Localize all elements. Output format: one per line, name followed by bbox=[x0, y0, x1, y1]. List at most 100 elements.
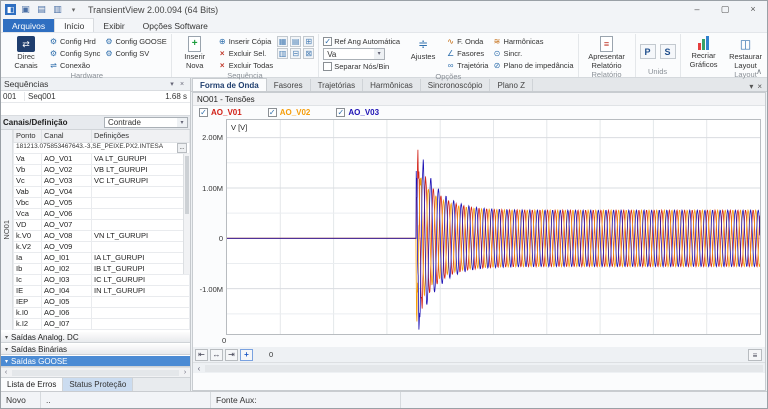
legend-item-ao-v01[interactable]: ✓ AO_V01 bbox=[199, 108, 242, 117]
excluir-todas-button[interactable]: × Excluir Todas bbox=[218, 60, 273, 71]
tab-lista-de-erros[interactable]: Lista de Erros bbox=[1, 378, 64, 391]
sequence-tool-icon[interactable]: ⊞ bbox=[303, 36, 315, 47]
channel-row[interactable]: Vbc AO_V05 bbox=[13, 196, 190, 209]
conexao-button[interactable]: ⇌ Conexão bbox=[49, 60, 100, 71]
channel-row[interactable]: IE AO_I04 IN LT_GURUPI bbox=[13, 284, 190, 297]
panel-menu-icon[interactable]: ▾ bbox=[167, 80, 177, 88]
sequence-tool-icon[interactable]: ▤ bbox=[290, 36, 302, 47]
restaurar-layout-button[interactable]: ◫ Restaurar Layout bbox=[727, 35, 765, 70]
pan-start-button[interactable]: ⇤ bbox=[195, 348, 208, 361]
inserir-nova-button[interactable]: + Inserir Nova bbox=[176, 35, 214, 71]
gear-icon: ⚙ bbox=[49, 37, 58, 46]
channel-row[interactable]: k.I0 AO_I06 bbox=[13, 306, 190, 319]
save-icon[interactable]: ▤ bbox=[35, 4, 48, 15]
sequence-tool-icon[interactable]: ⊠ bbox=[303, 48, 315, 59]
channel-row[interactable]: k.I2 AO_I07 bbox=[13, 317, 190, 330]
browse-button[interactable]: ... bbox=[177, 143, 187, 152]
scroll-left-icon[interactable]: ‹ bbox=[193, 364, 205, 373]
waveform-icon: ∿ bbox=[447, 37, 454, 46]
panel-horizontal-scrollbar[interactable]: ‹ › bbox=[1, 367, 190, 377]
scroll-right-icon[interactable]: › bbox=[180, 369, 190, 376]
sincr-button[interactable]: ⊙ Sincr. bbox=[492, 48, 573, 59]
copy-icon: ⊕ bbox=[218, 37, 226, 46]
tab-exibir[interactable]: Exibir bbox=[94, 19, 133, 32]
ajustes-button[interactable]: ≑ Ajustes bbox=[404, 35, 442, 72]
inserir-copia-button[interactable]: ⊕ Inserir Cópia bbox=[218, 36, 273, 47]
channel-row[interactable]: Vb AO_V02 VB LT_GURUPI bbox=[13, 163, 190, 176]
harmonicas-button[interactable]: ≋ Harmônicas bbox=[492, 36, 573, 47]
minimize-button[interactable]: – bbox=[683, 1, 711, 18]
ajustes-label: Ajustes bbox=[410, 52, 436, 61]
trajetoria-button[interactable]: ∞ Trajetória bbox=[446, 60, 489, 71]
tab-arquivos[interactable]: Arquivos bbox=[3, 19, 55, 32]
close-button[interactable]: × bbox=[739, 1, 767, 18]
panel-close-icon[interactable]: × bbox=[177, 81, 187, 88]
tab-status-protecao[interactable]: Status Proteção bbox=[63, 378, 134, 391]
ref-channel-select[interactable]: Va ▾ bbox=[323, 48, 386, 60]
impedance-icon: ⊘ bbox=[493, 61, 501, 70]
tab-inicio[interactable]: Início bbox=[54, 18, 95, 32]
sequence-tool-icon[interactable]: ⊟ bbox=[290, 48, 302, 59]
maximize-button[interactable]: ▢ bbox=[711, 1, 739, 18]
legend-item-ao-v02[interactable]: ✓ AO_V02 bbox=[267, 108, 311, 117]
fit-width-button[interactable]: ↔ bbox=[210, 348, 223, 361]
secondary-units-button[interactable]: S bbox=[659, 43, 676, 59]
channel-row[interactable]: Ic AO_I03 IC LT_GURUPI bbox=[13, 273, 190, 286]
delete-icon: × bbox=[219, 49, 225, 58]
section-saidas-analog-dc[interactable]: ▾ Saídas Analog. DC bbox=[1, 331, 190, 343]
source-file-row[interactable]: ... 181213.075853467643.-3,SE_PEIXE.PX2.… bbox=[13, 141, 190, 154]
legend-label: AO_V02 bbox=[279, 108, 311, 117]
channel-definicao bbox=[91, 295, 190, 308]
separar-nos-bin-checkbox[interactable]: Separar Nós/Bin bbox=[323, 61, 400, 72]
scroll-left-icon[interactable]: ‹ bbox=[1, 369, 11, 376]
pan-end-button[interactable]: ⇥ bbox=[225, 348, 238, 361]
section-saidas-goose[interactable]: ▾ Saídas GOOSE bbox=[1, 355, 190, 367]
excluir-sel-button[interactable]: × Excluir Sel. bbox=[218, 48, 273, 59]
sequence-row[interactable]: 001 Seq001 1.68 s bbox=[1, 91, 190, 103]
plano-impedancia-button[interactable]: ⊘ Plano de impedância bbox=[492, 60, 574, 71]
forma-onda-button[interactable]: ∿ F. Onda bbox=[446, 36, 488, 47]
sequence-tool-icon[interactable]: ▥ bbox=[277, 48, 289, 59]
config-sv-button[interactable]: ⚙ Config SV bbox=[104, 48, 166, 59]
channel-row[interactable]: Va AO_V01 VA LT_GURUPI bbox=[13, 152, 190, 165]
collapse-ribbon-icon[interactable]: ∧ bbox=[756, 67, 762, 76]
channel-row[interactable]: Vab AO_V04 bbox=[13, 185, 190, 198]
sequence-tool-icon[interactable]: ▦ bbox=[277, 36, 289, 47]
y-tick-label: 0 bbox=[218, 234, 223, 244]
channel-row[interactable]: Vca AO_V06 bbox=[13, 207, 190, 220]
quick-access-dropdown-icon[interactable]: ▾ bbox=[67, 6, 80, 14]
channel-row[interactable]: k.V2 AO_V09 bbox=[13, 240, 190, 253]
apresentar-relatorio-button[interactable]: ≡ Apresentar Relatório bbox=[583, 35, 631, 70]
x-axis: 0 bbox=[193, 336, 765, 346]
channel-row[interactable]: Ia AO_I01 IA LT_GURUPI bbox=[13, 251, 190, 264]
channel-row[interactable]: VD AO_V07 bbox=[13, 218, 190, 231]
dock-close-icon[interactable]: × bbox=[757, 82, 762, 91]
zoom-button[interactable]: + bbox=[240, 348, 253, 361]
config-hrd-button[interactable]: ⚙ Config Hrd bbox=[49, 36, 100, 47]
sincr-label: Sincr. bbox=[503, 49, 523, 58]
direc-canais-icon: ⇄ bbox=[17, 36, 35, 52]
table-vertical-scrollbar[interactable] bbox=[183, 154, 190, 274]
tab-opcoes-software[interactable]: Opções Software bbox=[134, 19, 217, 32]
channel-row[interactable]: Vc AO_V03 VC LT_GURUPI bbox=[13, 174, 190, 187]
fasores-button[interactable]: ∠ Fasores bbox=[446, 48, 488, 59]
channel-row[interactable]: k.V0 AO_V08 VN LT_GURUPI bbox=[13, 229, 190, 242]
ref-ang-checkbox[interactable]: ✓ Ref Ang Automática bbox=[323, 36, 400, 47]
chart-horizontal-scrollbar[interactable]: ‹ bbox=[193, 362, 765, 373]
recriar-graficos-button[interactable]: Recriar Gráficos bbox=[685, 35, 723, 70]
primary-units-button[interactable]: P bbox=[639, 43, 656, 59]
channel-canal: AO_I01 bbox=[41, 251, 92, 264]
channel-source-select[interactable]: Contrade ▾ bbox=[104, 117, 188, 128]
open-icon[interactable]: ▥ bbox=[51, 4, 64, 15]
channel-list-icon[interactable]: ≡ bbox=[748, 348, 762, 361]
dock-menu-icon[interactable]: ▾ bbox=[749, 82, 753, 91]
section-saidas-binarias[interactable]: ▾ Saídas Binárias bbox=[1, 343, 190, 355]
direc-canais-button[interactable]: ⇄ Direc Canais bbox=[7, 35, 45, 71]
config-sync-button[interactable]: ⚙ Config Sync bbox=[49, 48, 101, 59]
channel-row[interactable]: IEP AO_I05 bbox=[13, 295, 190, 308]
legend-item-ao-v03[interactable]: ✓ AO_V03 bbox=[336, 108, 379, 117]
new-file-icon[interactable]: ▣ bbox=[19, 4, 32, 15]
channel-row[interactable]: Ib AO_I02 IB LT_GURUPI bbox=[13, 262, 190, 275]
config-goose-button[interactable]: ⚙ Config GOOSE bbox=[104, 36, 166, 47]
channel-ponto: Vb bbox=[13, 163, 42, 176]
